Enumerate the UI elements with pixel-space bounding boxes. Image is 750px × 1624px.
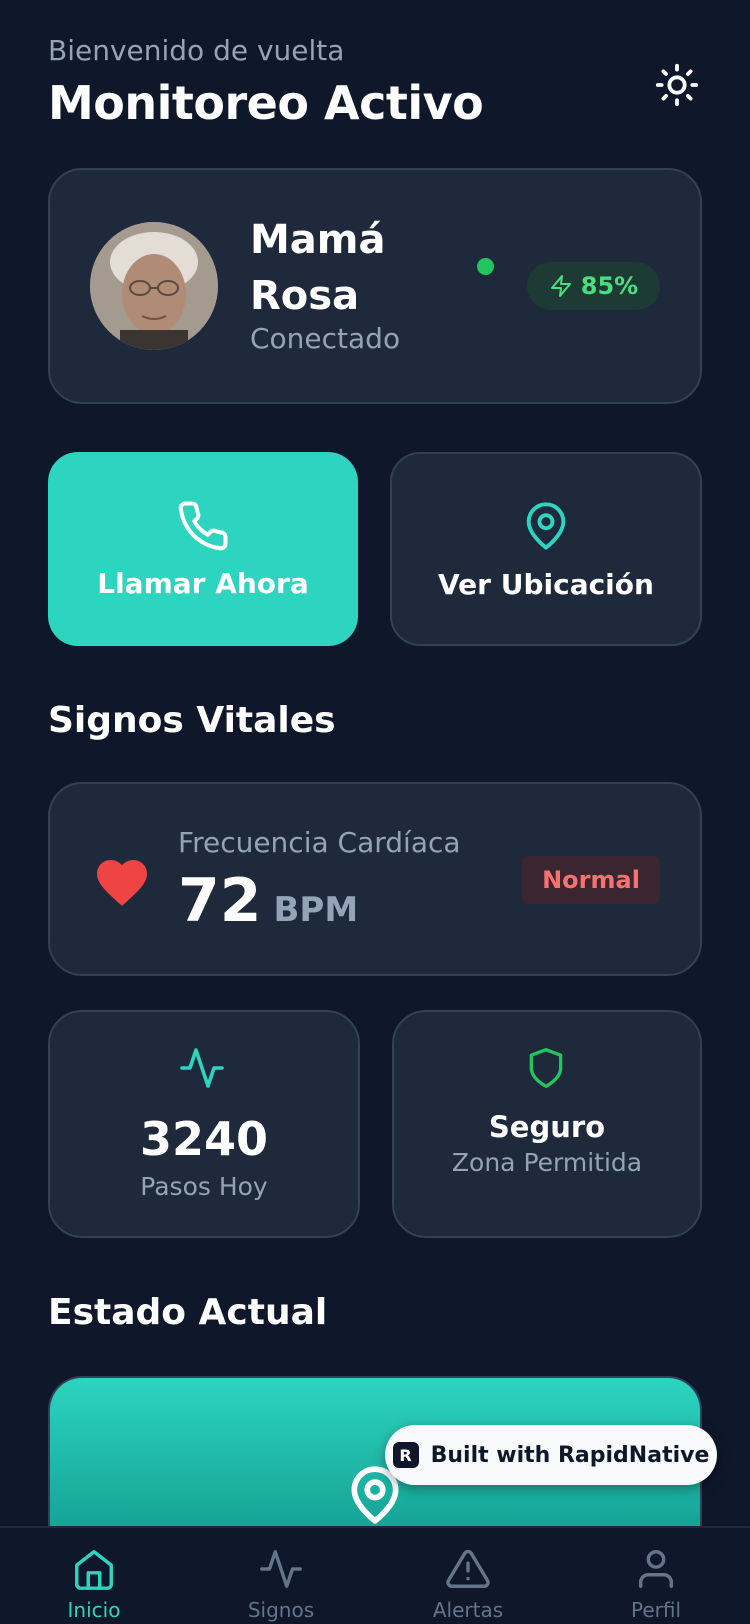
sun-icon <box>655 63 699 107</box>
lightning-icon <box>550 275 571 297</box>
theme-toggle-button[interactable] <box>652 60 702 110</box>
page-title: Monitoreo Activo <box>48 76 484 130</box>
nav-label-alerts: Alertas <box>432 1598 504 1622</box>
avatar <box>90 222 218 350</box>
activity-icon <box>260 1550 302 1588</box>
safe-zone-label: Zona Permitida <box>451 1148 643 1177</box>
heart-rate-value: 72 BPM <box>178 866 358 936</box>
user-icon <box>638 1550 674 1588</box>
rapidnative-text: Built with RapidNative <box>430 1442 710 1468</box>
alert-triangle-icon <box>446 1549 490 1588</box>
nav-item-alerts[interactable]: Alertas <box>398 1546 538 1622</box>
online-indicator <box>477 258 494 275</box>
heart-icon <box>97 860 147 906</box>
profile-name: Mamá Rosa <box>250 217 386 319</box>
nav-label-home: Inicio <box>67 1598 121 1622</box>
nav-label-profile: Perfil <box>630 1598 682 1622</box>
nav-item-vitals[interactable]: Signos <box>211 1546 351 1622</box>
view-location-label: Ver Ubicación <box>438 567 654 601</box>
connection-status: Conectado <box>250 322 401 355</box>
rapidnative-logo: R <box>392 1442 419 1468</box>
steps-label: Pasos Hoy <box>140 1172 268 1201</box>
shield-icon <box>529 1048 563 1088</box>
safe-status: Seguro <box>488 1110 606 1144</box>
nav-item-home[interactable]: Inicio <box>24 1546 164 1622</box>
state-section-title: Estado Actual <box>48 1292 328 1333</box>
battery-level: 85% <box>580 272 639 300</box>
map-pin-icon <box>526 501 566 550</box>
steps-value: 3240 <box>139 1112 269 1166</box>
status-badge: Normal <box>522 856 660 904</box>
call-now-button[interactable]: Llamar Ahora <box>48 452 358 646</box>
phone-icon <box>178 500 228 550</box>
nav-item-profile[interactable]: Perfil <box>586 1546 726 1622</box>
greeting-text: Bienvenido de vuelta <box>48 34 345 67</box>
heart-rate-unit: BPM <box>273 890 359 930</box>
call-now-label: Llamar Ahora <box>97 566 309 600</box>
heart-rate-label: Frecuencia Cardíaca <box>178 826 461 859</box>
nav-label-vitals: Signos <box>247 1598 315 1622</box>
vitals-section-title: Signos Vitales <box>48 700 336 741</box>
home-icon <box>75 1550 113 1590</box>
view-location-button[interactable]: Ver Ubicación <box>390 452 702 646</box>
heart-rate-number: 72 <box>178 866 262 936</box>
activity-icon <box>180 1048 224 1088</box>
rapidnative-badge[interactable]: R Built with RapidNative <box>385 1425 717 1485</box>
battery-badge: 85% <box>527 262 660 310</box>
